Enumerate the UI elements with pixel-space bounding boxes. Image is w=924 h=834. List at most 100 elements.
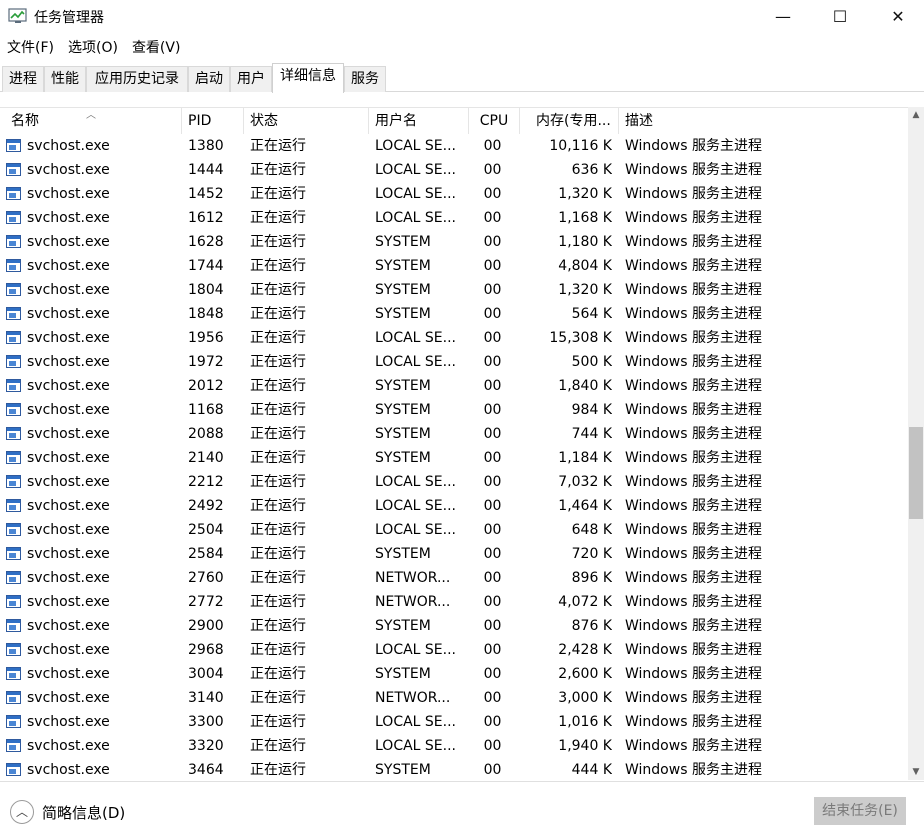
chevron-up-icon[interactable]: ︿ [10,800,34,824]
table-row[interactable]: svchost.exe 1744 正在运行 SYSTEM 00 4,804 K Window… [0,254,908,278]
column-header-cpu[interactable]: CPU [469,108,520,134]
menu-options[interactable]: 选项(O) [61,36,125,60]
table-row[interactable]: svchost.exe 1628 正在运行 SYSTEM 00 1,180 K Window… [0,230,908,254]
exe-window-icon [6,331,21,344]
table-row[interactable]: svchost.exe 2760 正在运行 NETWOR... 00 896 K Windo… [0,566,908,590]
tab-users[interactable]: 用户 [230,66,272,92]
cell-cpu: 00 [483,618,502,634]
cell-name: svchost.exe [27,546,110,562]
tab-app-history[interactable]: 应用历史记录 [86,66,188,92]
cell-description: Windows 服务主进程 [625,186,762,202]
table-row[interactable]: svchost.exe 2772 正在运行 NETWOR... 00 4,072 K Win… [0,590,908,614]
menu-view[interactable]: 查看(V) [125,36,188,60]
table-row[interactable]: svchost.exe 1452 正在运行 LOCAL SE... 00 1,320 K W… [0,182,908,206]
cell-memory: 1,464 K [558,498,612,514]
sort-ascending-icon: ︿ [86,110,96,121]
cell-description: Windows 服务主进程 [625,546,762,562]
table-row[interactable]: svchost.exe 3464 正在运行 SYSTEM 00 444 K Windows … [0,758,908,780]
cell-username: SYSTEM [375,426,431,442]
tab-services[interactable]: 服务 [344,66,386,92]
table-row[interactable]: svchost.exe 3300 正在运行 LOCAL SE... 00 1,016 K W… [0,710,908,734]
exe-window-icon [6,595,21,608]
cell-status: 正在运行 [250,618,306,634]
column-header-name[interactable]: ︿ 名称 [0,108,182,134]
table-row[interactable]: svchost.exe 2088 正在运行 SYSTEM 00 744 K Windows … [0,422,908,446]
cell-username: LOCAL SE... [375,474,457,490]
exe-window-icon [6,259,21,272]
cell-name: svchost.exe [27,210,110,226]
cell-memory: 1,180 K [558,234,612,250]
table-row[interactable]: svchost.exe 3140 正在运行 NETWOR... 00 3,000 K Win… [0,686,908,710]
column-header-status[interactable]: 状态 [244,108,369,134]
cell-status: 正在运行 [250,594,306,610]
cell-memory: 4,804 K [558,258,612,274]
table-row[interactable]: svchost.exe 1380 正在运行 LOCAL SE... 00 10,116 K… [0,134,908,158]
minimize-button[interactable]: — [760,0,806,32]
cell-cpu: 00 [483,426,502,442]
cell-username: LOCAL SE... [375,138,457,154]
table-row[interactable]: svchost.exe 2968 正在运行 LOCAL SE... 00 2,428 K W… [0,638,908,662]
table-row[interactable]: svchost.exe 1956 正在运行 LOCAL SE... 00 15,308 K… [0,326,908,350]
cell-status: 正在运行 [250,714,306,730]
column-header-description[interactable]: 描述 [619,108,908,134]
cell-description: Windows 服务主进程 [625,522,762,538]
exe-window-icon [6,163,21,176]
cell-cpu: 00 [483,378,502,394]
tab-startup[interactable]: 启动 [188,66,230,92]
cell-memory: 720 K [571,546,612,562]
table-row[interactable]: svchost.exe 2012 正在运行 SYSTEM 00 1,840 K Window… [0,374,908,398]
cell-status: 正在运行 [250,234,306,250]
fewer-details-link[interactable]: 简略信息(D) [42,802,125,823]
column-header-memory[interactable]: 内存(专用... [520,108,619,134]
cell-status: 正在运行 [250,450,306,466]
maximize-button[interactable]: ☐ [817,0,863,32]
exe-window-icon [6,379,21,392]
exe-window-icon [6,571,21,584]
cell-pid: 2900 [188,618,224,634]
tab-details[interactable]: 详细信息 [272,63,344,93]
cell-status: 正在运行 [250,210,306,226]
scroll-down-icon[interactable]: ▼ [908,764,924,780]
table-row[interactable]: svchost.exe 2900 正在运行 SYSTEM 00 876 K Windows … [0,614,908,638]
exe-window-icon [6,667,21,680]
cell-cpu: 00 [483,546,502,562]
cell-pid: 2088 [188,426,224,442]
table-row[interactable]: svchost.exe 1848 正在运行 SYSTEM 00 564 K Windows … [0,302,908,326]
cell-memory: 10,116 K [549,138,612,154]
tab-processes[interactable]: 进程 [2,66,44,92]
table-row[interactable]: svchost.exe 2212 正在运行 LOCAL SE... 00 7,032 K W… [0,470,908,494]
cell-memory: 2,600 K [558,666,612,682]
table-row[interactable]: svchost.exe 3320 正在运行 LOCAL SE... 00 1,940 K W… [0,734,908,758]
table-row[interactable]: svchost.exe 2492 正在运行 LOCAL SE... 00 1,464 K W… [0,494,908,518]
exe-window-icon [6,187,21,200]
table-row[interactable]: svchost.exe 2584 正在运行 SYSTEM 00 720 K Windows … [0,542,908,566]
table-row[interactable]: svchost.exe 3004 正在运行 SYSTEM 00 2,600 K Window… [0,662,908,686]
table-row[interactable]: svchost.exe 1972 正在运行 LOCAL SE... 00 500 K Win… [0,350,908,374]
cell-name: svchost.exe [27,474,110,490]
table-row[interactable]: svchost.exe 1612 正在运行 LOCAL SE... 00 1,168 K W… [0,206,908,230]
table-row[interactable]: svchost.exe 2504 正在运行 LOCAL SE... 00 648 K Win… [0,518,908,542]
exe-window-icon [6,691,21,704]
exe-window-icon [6,499,21,512]
column-header-pid[interactable]: PID [182,108,244,134]
tab-performance[interactable]: 性能 [44,66,86,92]
table-row[interactable]: svchost.exe 2140 正在运行 SYSTEM 00 1,184 K Window… [0,446,908,470]
table-row[interactable]: svchost.exe 1804 正在运行 SYSTEM 00 1,320 K Window… [0,278,908,302]
column-header-username[interactable]: 用户名 [369,108,469,134]
cell-description: Windows 服务主进程 [625,378,762,394]
cell-cpu: 00 [483,258,502,274]
close-button[interactable]: ✕ [875,0,921,32]
cell-description: Windows 服务主进程 [625,498,762,514]
cell-cpu: 00 [483,666,502,682]
cell-pid: 1444 [188,162,224,178]
menu-file[interactable]: 文件(F) [0,36,61,60]
scroll-thumb[interactable] [909,427,923,519]
exe-window-icon [6,211,21,224]
scroll-up-icon[interactable]: ▲ [908,107,924,123]
cell-memory: 444 K [571,762,612,778]
table-row[interactable]: svchost.exe 1168 正在运行 SYSTEM 00 984 K Windows … [0,398,908,422]
vertical-scrollbar[interactable]: ▲ ▼ [908,107,924,780]
table-row[interactable]: svchost.exe 1444 正在运行 LOCAL SE... 00 636 K Win… [0,158,908,182]
end-task-button[interactable]: 结束任务(E) [814,797,906,825]
cell-status: 正在运行 [250,738,306,754]
